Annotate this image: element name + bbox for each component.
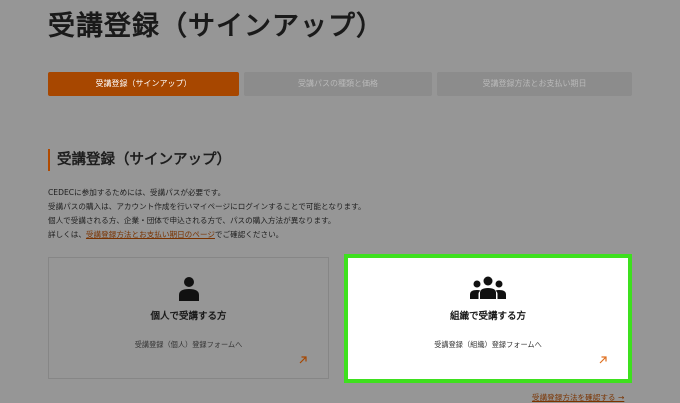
payment-info-link[interactable]: 受講登録方法とお支払い期日のページ <box>86 230 215 239</box>
individual-signup-card[interactable]: 個人で受講する方 受講登録（個人）登録フォームへ <box>48 257 329 379</box>
external-arrow-icon <box>598 350 608 369</box>
step-navigation: 受講登録（サインアップ） 受講パスの種類と価格 受講登録方法とお支払い期日 <box>48 72 632 96</box>
intro-line-2: 受講パスの購入は、アカウント作成を行いマイページにログインすることで可能となりま… <box>48 202 366 211</box>
intro-line-3: 個人で受講される方、企業・団体で申込される方で、パスの購入方法が異なります。 <box>48 216 336 225</box>
signup-method-link[interactable]: 受講登録方法を確認する → <box>532 392 624 403</box>
intro-line-4-suffix: でご確認ください。 <box>214 230 284 239</box>
intro-line-1: CEDECに参加するためには、受講パスが必要です。 <box>48 188 226 197</box>
section-title: 受講登録（サインアップ） <box>48 149 231 171</box>
step-pass-types[interactable]: 受講パスの種類と価格 <box>244 72 432 96</box>
intro-line-4: 詳しくは、受講登録方法とお支払い期日のページでご確認ください。 <box>48 228 366 242</box>
organization-card-title: 組織で受講する方 <box>449 311 526 322</box>
individual-card-title: 個人で受講する方 <box>150 311 227 322</box>
person-icon <box>178 276 200 306</box>
organization-signup-card[interactable]: 組織で受講する方 受講登録（組織）登録フォームへ <box>344 254 632 383</box>
intro-line-4-prefix: 詳しくは、 <box>48 230 86 239</box>
individual-card-subtitle: 受講登録（個人）登録フォームへ <box>134 340 243 349</box>
group-icon <box>470 276 506 304</box>
external-arrow-icon <box>298 350 308 369</box>
organization-card-subtitle: 受講登録（組織）登録フォームへ <box>434 340 542 349</box>
page-title: 受講登録（サインアップ） <box>48 11 384 42</box>
step-signup[interactable]: 受講登録（サインアップ） <box>48 72 239 96</box>
intro-text: CEDECに参加するためには、受講パスが必要です。 受講パスの購入は、アカウント… <box>48 186 366 242</box>
step-payment[interactable]: 受講登録方法とお支払い期日 <box>437 72 632 96</box>
